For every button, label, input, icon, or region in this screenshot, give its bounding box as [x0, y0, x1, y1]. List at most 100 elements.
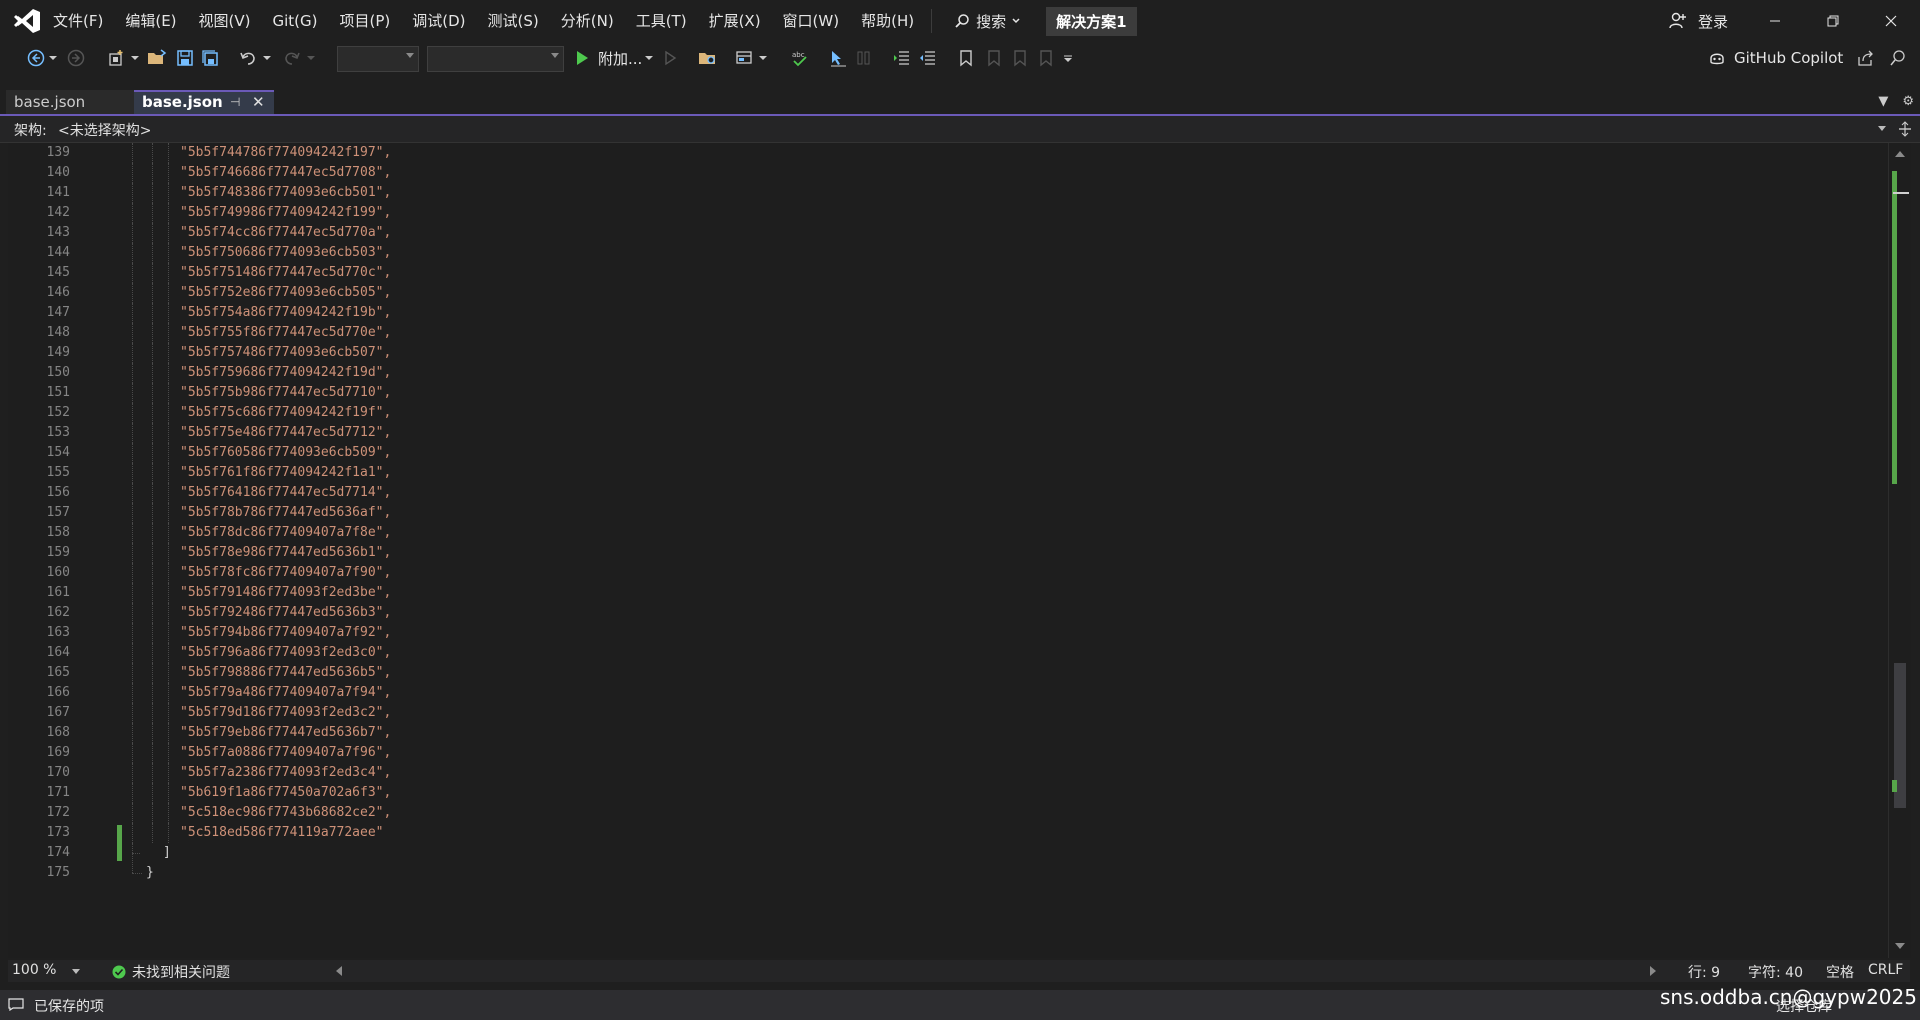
redo-button[interactable] — [282, 48, 302, 68]
code-line[interactable]: 143 "5b5f74cc86f77447ec5d770a", — [8, 223, 1888, 243]
window-layout-button[interactable] — [734, 48, 754, 68]
spell-check-button[interactable]: abc — [790, 48, 810, 68]
line-ending-indicator[interactable]: CRLF — [1868, 962, 1903, 978]
code-line[interactable]: 152 "5b5f75c686f774094242f19f", — [8, 403, 1888, 423]
navigate-back-button[interactable] — [26, 48, 46, 68]
menu-extensions[interactable]: 扩展(X) — [698, 0, 772, 42]
next-bookmark-button[interactable] — [1010, 48, 1030, 68]
code-line[interactable]: 161 "5b5f791486f774093f2ed3be", — [8, 583, 1888, 603]
line-indicator[interactable]: 行: 9 — [1688, 962, 1720, 982]
code-line[interactable]: 175} — [8, 863, 1888, 883]
solution-explorer-button[interactable] — [698, 48, 718, 68]
menu-test[interactable]: 测试(S) — [477, 0, 550, 42]
code-line[interactable]: 174] — [8, 843, 1888, 863]
tab-base-json-preview[interactable]: base.json — [6, 90, 144, 114]
code-line[interactable]: 166 "5b5f79a486f77409407a7f94", — [8, 683, 1888, 703]
share-button[interactable] — [1856, 48, 1876, 68]
attach-dropdown[interactable] — [644, 48, 654, 68]
clear-bookmarks-button[interactable] — [1036, 48, 1056, 68]
code-line[interactable]: 173 "5c518ed586f774119a772aee" — [8, 823, 1888, 843]
code-line[interactable]: 171 "5b619f1a86f77450a702a6f3", — [8, 783, 1888, 803]
start-without-debugging-button[interactable] — [660, 48, 680, 68]
code-editor[interactable]: 139 "5b5f744786f774094242f197", 140 "5b5f74… — [8, 143, 1888, 958]
code-line[interactable]: 144 "5b5f750686f774093e6cb503", — [8, 243, 1888, 263]
issues-indicator[interactable]: 未找到相关问题 — [112, 962, 230, 982]
menu-git[interactable]: Git(G) — [262, 0, 329, 42]
code-line[interactable]: 145 "5b5f751486f77447ec5d770c", — [8, 263, 1888, 283]
restore-button[interactable] — [1804, 0, 1862, 42]
code-line[interactable]: 172 "5c518ec986f7743b68682ce2", — [8, 803, 1888, 823]
code-line[interactable]: 157 "5b5f78b786f77447ed5636af", — [8, 503, 1888, 523]
configuration-select[interactable] — [337, 46, 419, 72]
close-tab-icon[interactable]: ✕ — [252, 92, 265, 112]
menu-file[interactable]: 文件(F) — [42, 0, 114, 42]
code-line[interactable]: 153 "5b5f75e486f77447ec5d7712", — [8, 423, 1888, 443]
tab-list-dropdown-icon[interactable]: ▼ — [1878, 90, 1888, 114]
code-line[interactable]: 148 "5b5f755f86f77447ec5d770e", — [8, 323, 1888, 343]
character-indicator[interactable]: 字符: 40 — [1748, 962, 1803, 982]
code-line[interactable]: 163 "5b5f794b86f77409407a7f92", — [8, 623, 1888, 643]
scroll-right-icon[interactable] — [1650, 966, 1656, 976]
github-copilot-button[interactable]: GitHub Copilot — [1708, 46, 1843, 70]
back-dropdown[interactable] — [48, 48, 58, 68]
code-line[interactable]: 147 "5b5f754a86f774094242f19b", — [8, 303, 1888, 323]
new-dropdown[interactable] — [130, 48, 140, 68]
toolbar-overflow-button[interactable] — [1062, 48, 1074, 68]
select-element-button[interactable] — [828, 48, 848, 68]
navigate-forward-button[interactable] — [66, 48, 86, 68]
code-line[interactable]: 155 "5b5f761f86f774094242f1a1", — [8, 463, 1888, 483]
save-all-button[interactable] — [200, 48, 220, 68]
code-line[interactable]: 156 "5b5f764186f77447ec5d7714", — [8, 483, 1888, 503]
code-line[interactable]: 162 "5b5f792486f77447ed5636b3", — [8, 603, 1888, 623]
chevron-down-icon[interactable] — [1878, 126, 1886, 131]
platform-select[interactable] — [427, 46, 564, 72]
menu-edit[interactable]: 编辑(E) — [114, 0, 187, 42]
search-button[interactable]: 搜索 — [942, 11, 1032, 32]
scroll-up-icon[interactable] — [1895, 151, 1905, 157]
bookmark-button[interactable] — [956, 48, 976, 68]
split-editor-icon[interactable] — [1898, 121, 1912, 137]
undo-dropdown[interactable] — [262, 48, 272, 68]
feedback-button[interactable] — [1888, 48, 1908, 68]
layout-dropdown[interactable] — [758, 48, 768, 68]
menu-tools[interactable]: 工具(T) — [625, 0, 698, 42]
vertical-scrollbar[interactable] — [1888, 143, 1911, 958]
pin-icon[interactable]: ⊣ — [230, 92, 240, 112]
menu-debug[interactable]: 调试(D) — [401, 0, 476, 42]
code-line[interactable]: 140 "5b5f746686f77447ec5d7708", — [8, 163, 1888, 183]
code-line[interactable]: 170 "5b5f7a2386f774093f2ed3c4", — [8, 763, 1888, 783]
undo-button[interactable] — [238, 48, 258, 68]
code-line[interactable]: 142 "5b5f749986f774094242f199", — [8, 203, 1888, 223]
scroll-down-icon[interactable] — [1895, 943, 1905, 949]
settings-gear-icon[interactable]: ⚙ — [1902, 90, 1914, 114]
zoom-select[interactable]: 100 % — [12, 962, 56, 978]
whitespace-indicator[interactable]: 空格 — [1826, 962, 1854, 982]
schema-select[interactable]: <未选择架构> — [58, 120, 151, 140]
menu-help[interactable]: 帮助(H) — [850, 0, 925, 42]
redo-dropdown[interactable] — [306, 48, 316, 68]
code-line[interactable]: 159 "5b5f78e986f77447ed5636b1", — [8, 543, 1888, 563]
code-line[interactable]: 168 "5b5f79eb86f77447ed5636b7", — [8, 723, 1888, 743]
solution-name[interactable]: 解决方案1 — [1046, 6, 1137, 36]
code-line[interactable]: 165 "5b5f798886f77447ed5636b5", — [8, 663, 1888, 683]
previous-bookmark-button[interactable] — [984, 48, 1004, 68]
menu-window[interactable]: 窗口(W) — [772, 0, 851, 42]
scroll-left-icon[interactable] — [336, 966, 342, 976]
code-line[interactable]: 146 "5b5f752e86f774093e6cb505", — [8, 283, 1888, 303]
code-line[interactable]: 158 "5b5f78dc86f77409407a7f8e", — [8, 523, 1888, 543]
close-window-button[interactable] — [1862, 0, 1920, 42]
code-line[interactable]: 160 "5b5f78fc86f77409407a7f90", — [8, 563, 1888, 583]
menu-project[interactable]: 项目(P) — [329, 0, 402, 42]
login-button[interactable]: 登录 — [1668, 0, 1728, 42]
visual-studio-logo-icon[interactable] — [12, 6, 42, 36]
message-icon[interactable] — [8, 998, 24, 1011]
layout-tool-button[interactable] — [854, 48, 874, 68]
code-line[interactable]: 169 "5b5f7a0886f77409407a7f96", — [8, 743, 1888, 763]
code-line[interactable]: 149 "5b5f757486f774093e6cb507", — [8, 343, 1888, 363]
open-file-button[interactable] — [147, 48, 167, 68]
code-line[interactable]: 154 "5b5f760586f774093e6cb509", — [8, 443, 1888, 463]
save-button[interactable] — [175, 48, 195, 68]
code-line[interactable]: 139 "5b5f744786f774094242f197", — [8, 143, 1888, 163]
code-line[interactable]: 164 "5b5f796a86f774093f2ed3c0", — [8, 643, 1888, 663]
menu-view[interactable]: 视图(V) — [188, 0, 262, 42]
